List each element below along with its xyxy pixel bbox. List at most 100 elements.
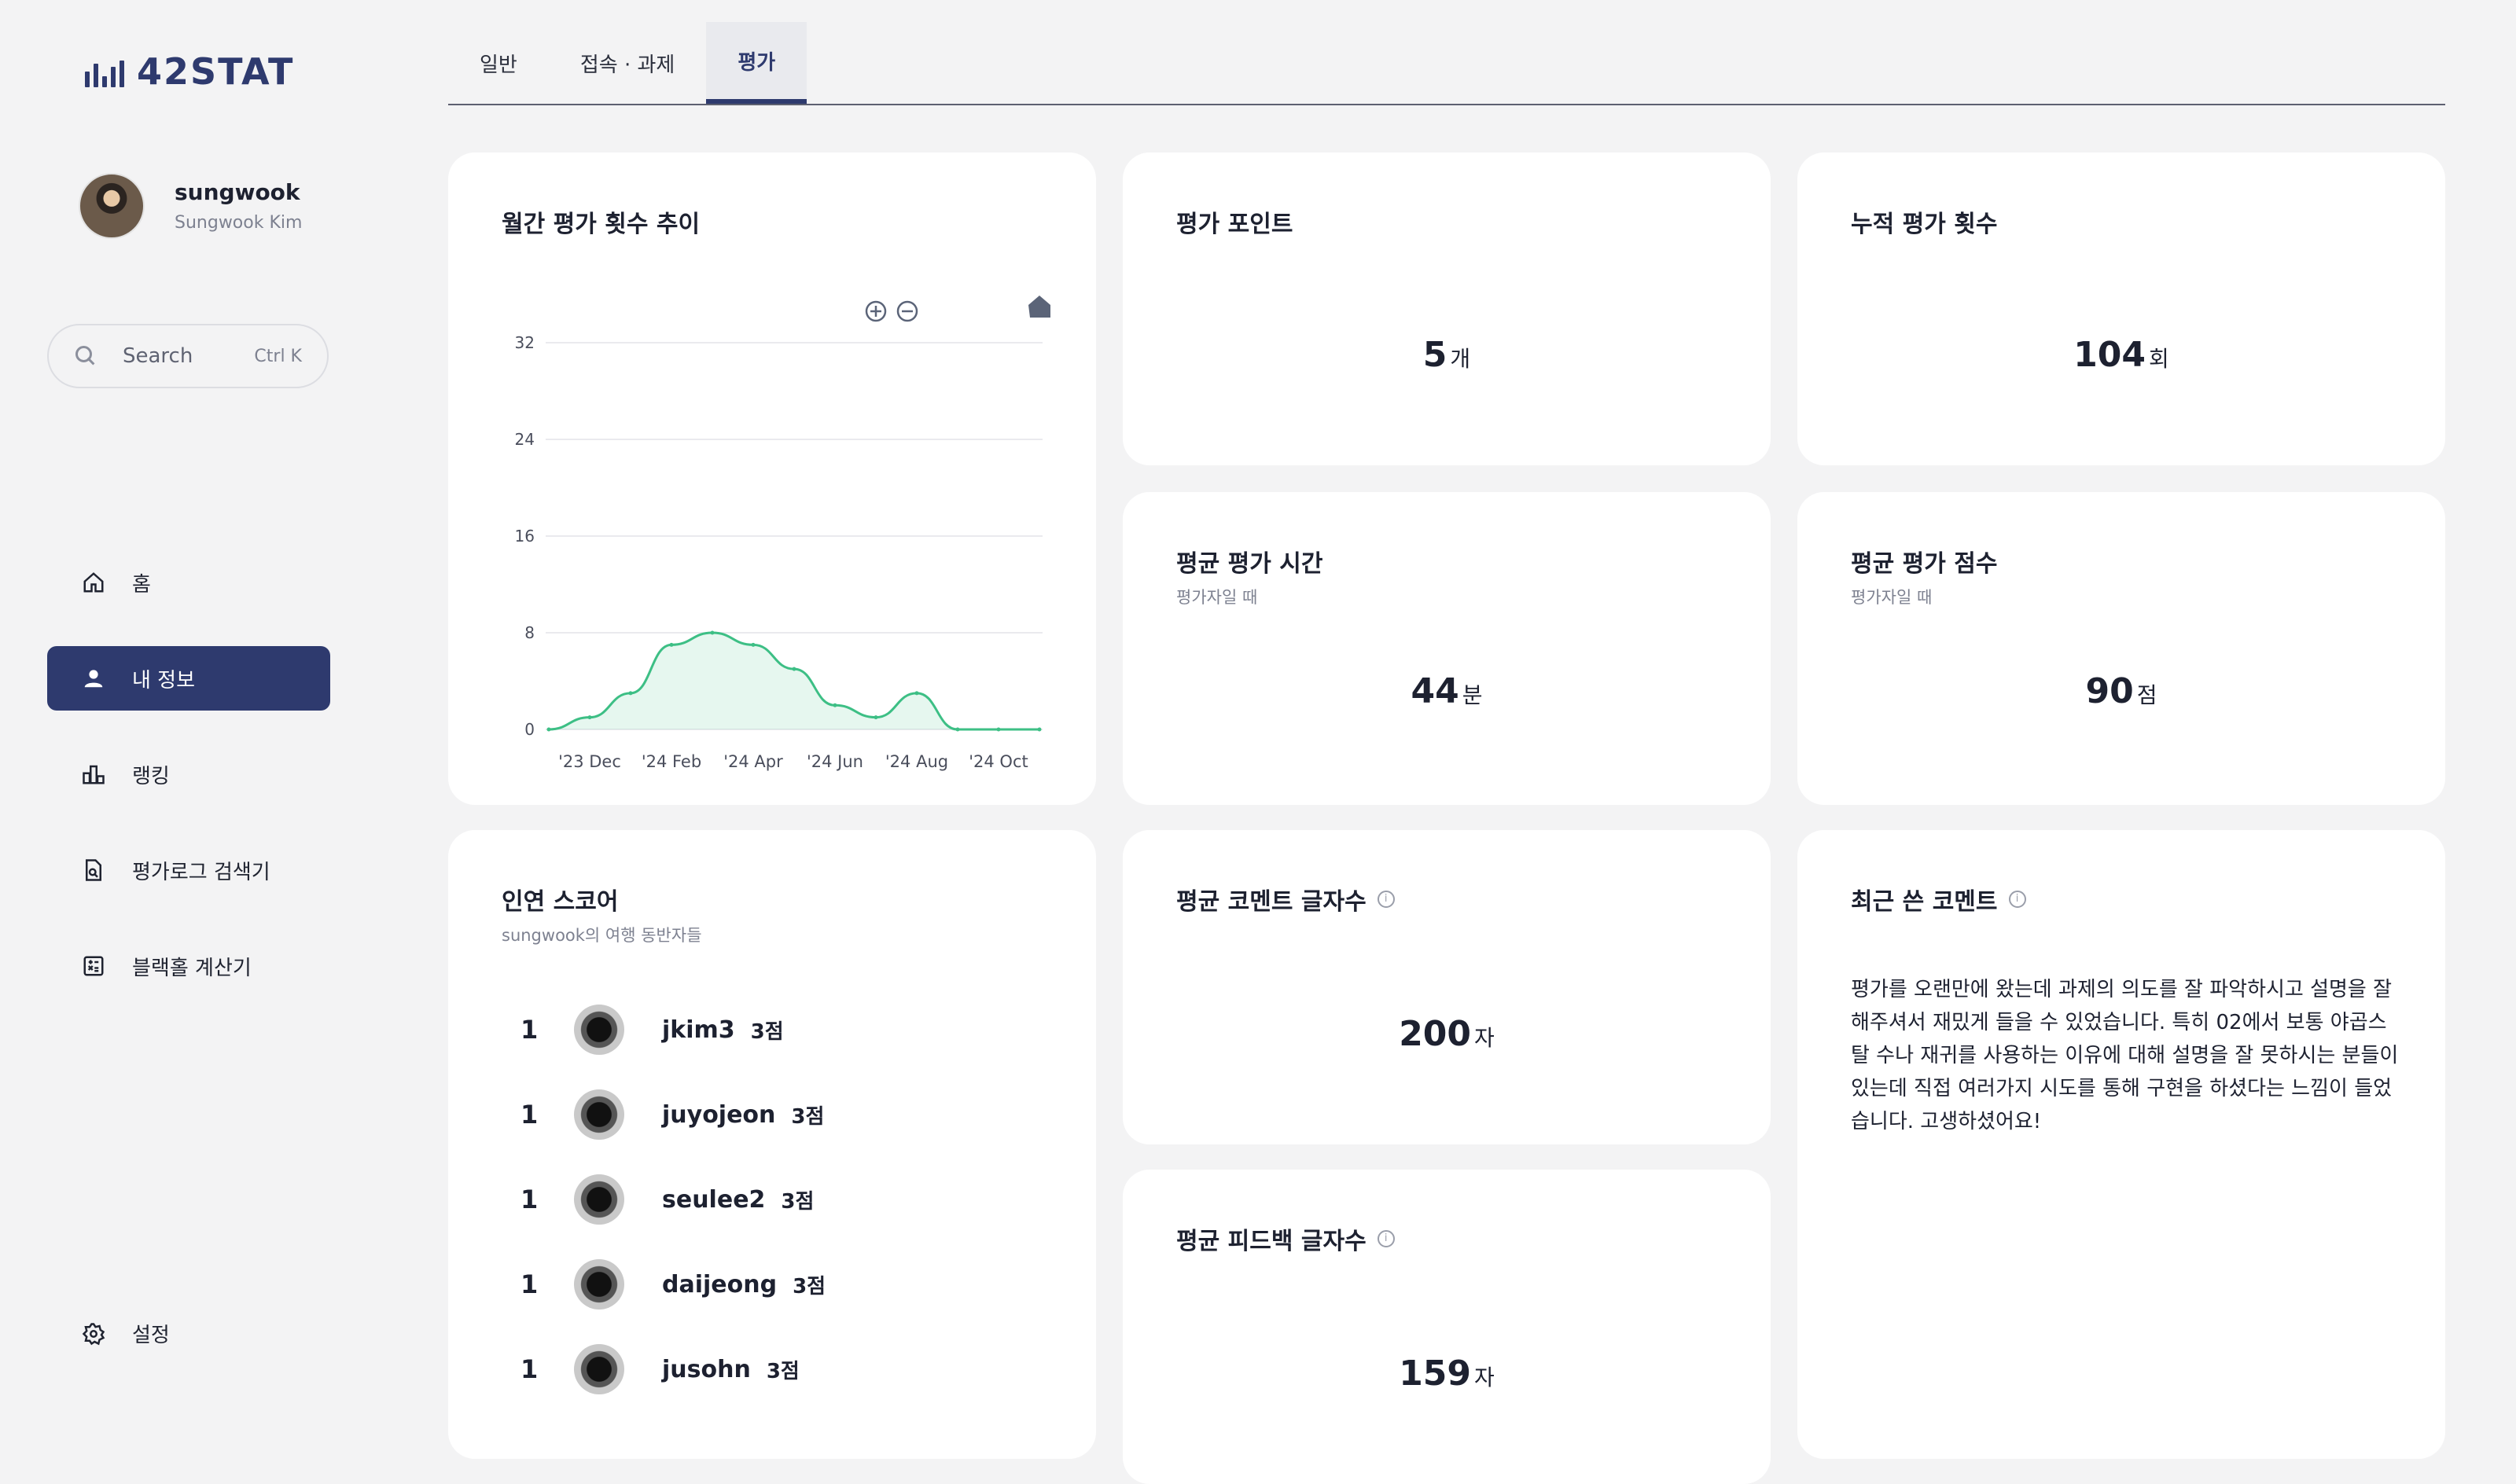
chart-point[interactable] bbox=[833, 703, 837, 707]
y-tick-label: 32 bbox=[515, 333, 535, 352]
list-item[interactable]: 1 juyojeon 3점 bbox=[520, 1088, 826, 1141]
card-title: 평균 코멘트 글자수 i bbox=[1176, 882, 1395, 916]
metric-unit: 회 bbox=[2149, 346, 2169, 372]
sidebar-item-home[interactable]: 홈 bbox=[47, 550, 330, 615]
card-title: 최근 쓴 코멘트 i bbox=[1851, 882, 2026, 916]
sidebar-item-ranking[interactable]: 랭킹 bbox=[47, 742, 330, 806]
chart-point[interactable] bbox=[955, 727, 960, 732]
logo-text: 42STAT bbox=[137, 50, 295, 93]
app-logo[interactable]: 42STAT bbox=[85, 50, 294, 93]
tab-access-project[interactable]: 접속 · 과제 bbox=[549, 22, 706, 104]
card-title: 인연 스코어 bbox=[502, 888, 619, 916]
avatar bbox=[574, 1005, 624, 1055]
chart-point[interactable] bbox=[792, 667, 796, 671]
chart-point[interactable] bbox=[628, 691, 633, 696]
companion-score: 3점 bbox=[793, 1274, 826, 1298]
metric: 44 분 bbox=[1123, 671, 1771, 711]
x-tick-label: '24 Oct bbox=[969, 752, 1028, 771]
x-tick-label: '24 Aug bbox=[885, 752, 948, 771]
companion-login: daijeong bbox=[662, 1270, 778, 1298]
chart-point[interactable] bbox=[874, 715, 878, 720]
home-reset-icon[interactable] bbox=[1028, 296, 1050, 318]
metric-unit: 자 bbox=[1474, 1365, 1495, 1390]
metric-unit: 분 bbox=[1462, 682, 1483, 708]
metric-value: 44 bbox=[1411, 671, 1459, 711]
metric-value: 200 bbox=[1399, 1014, 1472, 1054]
eval-points-card: 평가 포인트 5개 bbox=[1123, 152, 1771, 465]
search-icon bbox=[75, 346, 96, 366]
total-evals-card: 누적 평가 횟수 104 회 bbox=[1797, 152, 2445, 465]
metric: 90 점 bbox=[1797, 671, 2445, 711]
rank-number: 1 bbox=[520, 1100, 539, 1130]
chart-point[interactable] bbox=[996, 727, 1001, 732]
list-item[interactable]: 1 jusohn 3점 bbox=[520, 1343, 826, 1396]
ranking-icon bbox=[82, 762, 105, 786]
rank-number: 1 bbox=[520, 1015, 539, 1045]
chart-point[interactable] bbox=[751, 642, 756, 647]
companion-login: jkim3 bbox=[662, 1016, 735, 1044]
metric-value: 159 bbox=[1399, 1354, 1472, 1394]
zoom-in-icon[interactable] bbox=[865, 300, 887, 322]
list-item[interactable]: 1 jkim3 3점 bbox=[520, 1003, 826, 1056]
chart-point[interactable] bbox=[1037, 727, 1042, 732]
chart-point[interactable] bbox=[669, 642, 674, 647]
card-title-text: 평균 피드백 글자수 bbox=[1176, 1228, 1367, 1255]
recent-comment-card: 최근 쓴 코멘트 i 평가를 오랜만에 왔는데 과제의 의도를 잘 파악하시고 … bbox=[1797, 830, 2445, 1459]
search-input[interactable]: Search Ctrl K bbox=[47, 324, 329, 388]
calculator-icon bbox=[82, 954, 105, 978]
companion-score: 3점 bbox=[750, 1019, 784, 1044]
search-shortcut: Ctrl K bbox=[254, 346, 302, 366]
zoom-out-icon[interactable] bbox=[896, 300, 918, 322]
rank-number: 1 bbox=[520, 1354, 539, 1384]
x-tick-label: '24 Apr bbox=[723, 752, 783, 771]
sidebar-item-blackhole-calc[interactable]: 블랙홀 계산기 bbox=[47, 934, 330, 998]
chart-point[interactable] bbox=[914, 691, 919, 696]
profile-login: sungwook bbox=[175, 179, 300, 205]
metric-value: 90 bbox=[2085, 671, 2134, 711]
card-title: 평균 피드백 글자수 i bbox=[1176, 1221, 1395, 1256]
sidebar-item-my-info[interactable]: 내 정보 bbox=[47, 646, 330, 711]
card-title-text: 최근 쓴 코멘트 bbox=[1851, 888, 1998, 916]
companion-login: juyojeon bbox=[662, 1100, 776, 1129]
y-tick-label: 8 bbox=[524, 623, 535, 642]
metric-unit: 자 bbox=[1474, 1025, 1495, 1051]
chart-point[interactable] bbox=[546, 727, 551, 732]
avatar bbox=[79, 173, 145, 239]
y-tick-label: 24 bbox=[515, 430, 535, 449]
card-subtitle: sungwook의 여행 동반자들 bbox=[502, 926, 702, 945]
info-icon[interactable]: i bbox=[1377, 1230, 1395, 1247]
profile[interactable]: sungwook Sungwook Kim bbox=[79, 173, 302, 239]
search-placeholder: Search bbox=[123, 344, 193, 368]
sidebar-item-label: 랭킹 bbox=[132, 764, 170, 788]
inyeon-score-card: 인연 스코어 sungwook의 여행 동반자들 1 jkim3 3점 1 ju… bbox=[448, 830, 1096, 1459]
metric: 200 자 bbox=[1123, 1014, 1771, 1054]
list-item[interactable]: 1 daijeong 3점 bbox=[520, 1258, 826, 1311]
monthly-eval-chart-card: 월간 평가 횟수 추이 0 8 16 24 32 '23 Dec '24 Feb '24 A… bbox=[448, 152, 1096, 805]
info-icon[interactable]: i bbox=[1377, 891, 1395, 908]
chart-point[interactable] bbox=[710, 630, 715, 635]
profile-name: Sungwook Kim bbox=[175, 213, 303, 233]
chart-point[interactable] bbox=[587, 715, 592, 720]
avg-feedback-length-card: 평균 피드백 글자수 i 159 자 bbox=[1123, 1170, 1771, 1484]
sidebar-item-label: 블랙홀 계산기 bbox=[132, 956, 252, 980]
sidebar-item-eval-log-search[interactable]: 평가로그 검색기 bbox=[47, 838, 330, 902]
x-tick-label: '24 Feb bbox=[642, 752, 701, 771]
avatar bbox=[574, 1174, 624, 1225]
y-tick-label: 16 bbox=[515, 527, 535, 545]
sidebar-nav: 홈 내 정보 랭킹 평가로그 검색기 블랙홀 계산기 bbox=[47, 550, 330, 1030]
avg-eval-time-card: 평균 평가 시간 평가자일 때 44 분 bbox=[1123, 492, 1771, 805]
tab-evaluation[interactable]: 평가 bbox=[706, 22, 807, 104]
metric: 159 자 bbox=[1123, 1354, 1771, 1394]
sidebar-item-settings[interactable]: 설정 bbox=[82, 1319, 170, 1348]
avatar bbox=[574, 1089, 624, 1140]
metric-unit: 점 bbox=[2136, 682, 2157, 708]
settings-label: 설정 bbox=[132, 1324, 170, 1347]
companion-score: 3점 bbox=[791, 1104, 825, 1129]
info-icon[interactable]: i bbox=[2008, 891, 2026, 908]
tab-general[interactable]: 일반 bbox=[448, 22, 549, 104]
card-title: 누적 평가 횟수 bbox=[1851, 211, 1998, 238]
list-item[interactable]: 1 seulee2 3점 bbox=[520, 1173, 826, 1226]
rank-number: 1 bbox=[520, 1185, 539, 1214]
avg-eval-score-card: 평균 평가 점수 평가자일 때 90 점 bbox=[1797, 492, 2445, 805]
metric-value: 104 bbox=[2073, 335, 2146, 375]
